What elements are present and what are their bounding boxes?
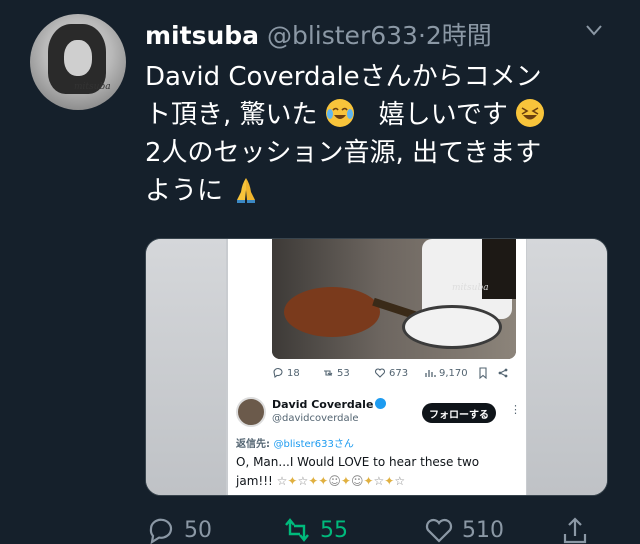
embedded-follow-button: フォローする	[422, 403, 496, 423]
grinning-squinting-emoji-icon	[516, 99, 545, 127]
reply-icon	[273, 367, 283, 378]
like-button[interactable]: 510	[424, 516, 504, 544]
media-side-panel-left	[146, 239, 226, 495]
avatar-face	[64, 40, 92, 76]
retweet-icon	[285, 518, 309, 542]
laughing-tears-emoji-icon	[325, 99, 354, 127]
embedded-likes-count: 673	[389, 367, 409, 379]
heart-icon	[374, 368, 386, 378]
views-bar-chart-icon	[425, 370, 436, 377]
embedded-bookmark	[477, 367, 489, 379]
embedded-author-name: David Coverdale	[272, 398, 387, 411]
tweet-header: mitsuba @blister633·2時間	[145, 16, 492, 52]
embedded-retweets-count: 53	[337, 367, 350, 379]
media-side-panel-right	[527, 239, 607, 495]
embedded-reply-to: 返信先: @blister633さん	[236, 435, 354, 450]
tweet-time[interactable]: 2時間	[426, 21, 492, 50]
reply-icon	[149, 518, 173, 544]
tweet-text-line-3: 2人のセッション音源, 出てきます	[145, 138, 542, 168]
share-icon	[498, 368, 508, 378]
tweet-text-line-2a: ト頂き, 驚いた	[145, 100, 318, 130]
photo-guitar-left	[284, 287, 380, 337]
embedded-retweets: 53	[322, 367, 350, 379]
tweet-text-line-2: ト頂き, 驚いた 嬉しいです	[145, 96, 625, 134]
star-sparkle-emoji-row-icon: ☆✦☆✦✦☺✦☺✦☆✦☆	[276, 474, 406, 488]
embedded-text-line-2: jam!!! ☆✦☆✦✦☺✦☺✦☆✦☆	[236, 472, 526, 491]
embedded-views-count: 9,170	[439, 367, 468, 379]
reply-button[interactable]: 50	[146, 516, 212, 544]
separator-dot: ·	[417, 21, 426, 50]
retweet-icon	[324, 370, 333, 376]
embedded-replies: 18	[272, 367, 300, 379]
embedded-likes: 673	[374, 367, 408, 379]
embedded-reply-handle: @blister633さん	[273, 439, 354, 450]
tweet-text-line-2b: 嬉しいです	[378, 100, 508, 130]
retweet-button[interactable]: 55	[282, 516, 348, 544]
embedded-views: 9,170	[424, 367, 468, 379]
author-handle[interactable]: @blister633	[267, 21, 418, 50]
photo-watermark: mitsuba	[452, 283, 489, 293]
embedded-author-handle: @davidcoverdale	[272, 413, 359, 424]
tweet-text-line-4a: ように	[145, 176, 224, 206]
embedded-replies-count: 18	[287, 367, 300, 379]
share-icon	[563, 517, 587, 544]
tweet-text-line-4: ように	[145, 172, 625, 210]
embedded-text-line-1: O, Man...I Would LOVE to hear these two	[236, 455, 480, 469]
verified-badge-icon	[375, 398, 387, 409]
embedded-text-line-2-text: jam!!!	[236, 474, 273, 488]
heart-icon	[425, 518, 453, 543]
photo-guitar-right	[402, 305, 502, 349]
embedded-tweet-text: O, Man...I Would LOVE to hear these two …	[236, 453, 526, 491]
avatar[interactable]: mitsuba	[30, 14, 126, 110]
folded-hands-emoji-icon	[231, 175, 261, 203]
embedded-author-avatar	[236, 397, 266, 427]
embedded-share	[497, 367, 509, 379]
retweet-count: 55	[320, 517, 348, 543]
avatar-watermark: mitsuba	[74, 82, 111, 92]
guitar-jam-photo: mitsuba	[272, 239, 516, 359]
author-name[interactable]: mitsuba	[145, 21, 259, 50]
embedded-more-icon: ⋮	[510, 403, 521, 416]
embedded-tweet-screenshot: mitsuba 18 53 673 9,170 David Coverdale …	[228, 239, 526, 495]
bookmark-icon	[479, 367, 487, 379]
embedded-reply-label: 返信先:	[236, 439, 270, 450]
tweet-text: David Coverdaleさんからコメン ト頂き, 驚いた 嬉しいです 2人…	[145, 58, 625, 210]
share-button[interactable]	[560, 516, 590, 544]
tweet-action-bar: 50 55 510	[0, 510, 640, 544]
reply-count: 50	[184, 517, 212, 543]
tweet-text-line-1: David Coverdaleさんからコメン	[145, 62, 542, 92]
embedded-author-name-text: David Coverdale	[272, 398, 374, 411]
tweet-media-image[interactable]: mitsuba 18 53 673 9,170 David Coverdale …	[145, 238, 608, 496]
like-count: 510	[462, 517, 504, 543]
chevron-down-icon[interactable]	[586, 24, 602, 36]
